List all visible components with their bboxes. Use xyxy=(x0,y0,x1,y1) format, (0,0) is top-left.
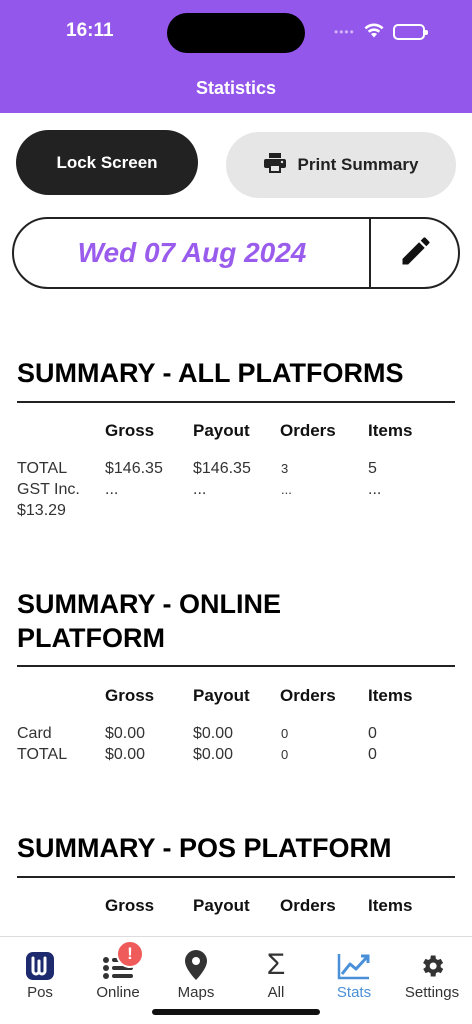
row-items: 0 xyxy=(368,746,377,763)
tab-all[interactable]: Σ All xyxy=(236,937,316,1002)
date-selector: Wed 07 Aug 2024 xyxy=(12,217,460,289)
alert-badge: ! xyxy=(116,940,144,968)
wifi-icon xyxy=(363,21,385,44)
tab-label: Pos xyxy=(27,984,53,1001)
col-payout: Payout xyxy=(193,421,250,440)
col-items: Items xyxy=(368,421,413,440)
tab-label: Settings xyxy=(404,984,460,1001)
col-gross: Gross xyxy=(105,896,155,915)
pos-logo-icon xyxy=(26,947,54,980)
tab-stats[interactable]: Stats xyxy=(314,937,394,1001)
row-gross: $0.00 xyxy=(105,725,146,742)
page-title: Statistics xyxy=(195,78,277,98)
row-label: TOTAL xyxy=(17,460,68,477)
status-icons: •••• xyxy=(334,21,428,44)
row-orders: 0 xyxy=(281,747,289,762)
summary-online-title-line2: PLATFORM xyxy=(17,623,165,653)
printer-icon xyxy=(263,152,286,178)
tab-online[interactable]: Online ! xyxy=(78,937,158,1001)
row-items: 5 xyxy=(368,460,377,477)
print-summary-button[interactable]: Print Summary xyxy=(226,132,456,198)
row-label: GST Inc. xyxy=(17,481,80,498)
col-payout: Payout xyxy=(193,686,250,705)
lock-screen-label: Lock Screen xyxy=(56,152,158,172)
tab-label: Stats xyxy=(336,984,372,1001)
row-items: 0 xyxy=(368,725,377,742)
divider xyxy=(17,876,455,878)
summary-all-title: SUMMARY - ALL PLATFORMS xyxy=(17,358,404,388)
col-orders: Orders xyxy=(280,686,336,705)
summary-online-title: SUMMARY - ONLINE PLATFORM xyxy=(17,587,281,655)
row-label: TOTAL xyxy=(17,746,68,763)
row-label: Card xyxy=(17,725,52,742)
col-items: Items xyxy=(368,896,413,915)
col-orders: Orders xyxy=(280,421,336,440)
row-gross: $0.00 xyxy=(105,746,146,763)
tab-maps[interactable]: Maps xyxy=(156,937,236,1001)
tab-label: Online xyxy=(96,984,140,1001)
camera-notch xyxy=(167,13,305,53)
row-orders: ... xyxy=(281,482,292,497)
row-payout: $0.00 xyxy=(193,725,234,742)
col-gross: Gross xyxy=(105,686,155,705)
lock-screen-button[interactable]: Lock Screen xyxy=(16,130,198,195)
col-payout: Payout xyxy=(193,896,250,915)
map-pin-icon xyxy=(185,947,207,980)
tab-label: Maps xyxy=(177,984,215,1001)
tab-label: All xyxy=(267,984,285,1001)
battery-icon xyxy=(392,24,428,40)
row-gross: $146.35 xyxy=(105,460,163,477)
divider xyxy=(17,665,455,667)
status-time: 16:11 xyxy=(66,20,114,41)
summary-online-title-line1: SUMMARY - ONLINE xyxy=(17,589,282,619)
gear-icon xyxy=(418,947,446,980)
row-orders: 0 xyxy=(281,726,289,741)
top-bar: 16:11 •••• Statistics xyxy=(0,0,472,113)
row-orders: 3 xyxy=(281,461,289,476)
chart-line-icon xyxy=(337,947,371,980)
row-payout: $0.00 xyxy=(193,746,234,763)
row-label: $13.29 xyxy=(17,502,66,519)
home-indicator[interactable] xyxy=(152,1009,320,1015)
col-gross: Gross xyxy=(105,421,155,440)
row-gross: ... xyxy=(105,481,119,498)
row-payout: $146.35 xyxy=(193,460,251,477)
col-orders: Orders xyxy=(280,896,336,915)
sigma-icon: Σ xyxy=(267,947,286,980)
selected-date[interactable]: Wed 07 Aug 2024 xyxy=(14,219,370,287)
tab-pos[interactable]: Pos xyxy=(0,937,80,1001)
row-payout: ... xyxy=(193,481,207,498)
edit-date-button[interactable] xyxy=(371,219,458,287)
print-summary-label: Print Summary xyxy=(297,155,419,174)
col-items: Items xyxy=(368,686,413,705)
summary-pos-title: SUMMARY - POS PLATFORM xyxy=(17,833,392,863)
pencil-icon xyxy=(398,233,434,274)
tab-settings[interactable]: Settings xyxy=(392,937,472,1001)
divider xyxy=(17,401,455,403)
sigma-glyph: Σ xyxy=(266,948,286,981)
signal-icon: •••• xyxy=(334,25,355,39)
row-items: ... xyxy=(368,481,382,498)
